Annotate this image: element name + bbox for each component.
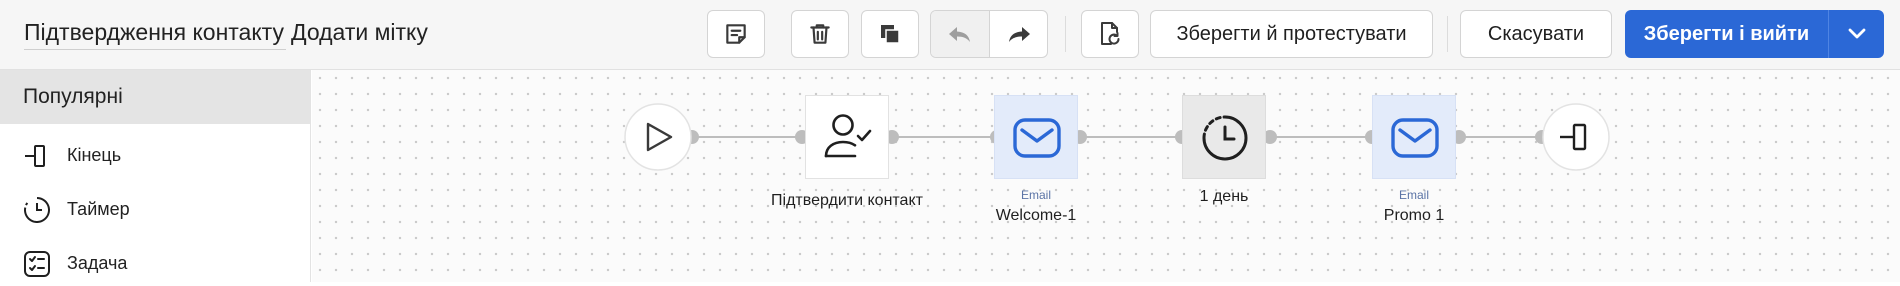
- history-button[interactable]: [1081, 10, 1139, 58]
- add-tag-button[interactable]: Додати мітку: [291, 16, 428, 48]
- node-palette: Популярні Кінець Таймер Задача: [0, 70, 311, 282]
- redo-icon: [1008, 27, 1030, 42]
- trash-icon: [810, 24, 830, 44]
- end-icon: [25, 145, 45, 167]
- flow-connectors: [685, 130, 1549, 144]
- undo-redo-group: [930, 10, 1048, 58]
- flow-node-timer[interactable]: [1182, 95, 1266, 179]
- save-and-exit-split-button: Зберегти і вийти: [1625, 10, 1884, 58]
- node-type-label: Email: [1398, 188, 1430, 202]
- palette-item-task[interactable]: Задача: [0, 240, 310, 286]
- node-label: 1 день: [1199, 188, 1249, 205]
- save-options-dropdown[interactable]: [1828, 10, 1884, 58]
- toolbar: Підтвердження контакту Додати мітку Збер…: [0, 0, 1900, 70]
- flow-node-email-promo[interactable]: [1372, 95, 1456, 179]
- save-and-exit-button[interactable]: Зберегти і вийти: [1625, 10, 1828, 58]
- email-icon: [1013, 118, 1061, 158]
- flow-node-email-welcome[interactable]: [994, 95, 1078, 179]
- palette-section-title[interactable]: Популярні: [0, 70, 310, 124]
- toolbar-divider: [1065, 16, 1066, 52]
- note-icon: [726, 24, 746, 44]
- timer-icon: [22, 195, 50, 223]
- palette-item-timer[interactable]: Таймер: [0, 186, 310, 232]
- node-type-label: Email: [1020, 188, 1052, 202]
- notes-button[interactable]: [707, 10, 765, 58]
- flow-node-start[interactable]: [624, 103, 692, 171]
- flow-canvas[interactable]: Підтвердити контакт Email Welcome-1 1 де…: [312, 70, 1900, 282]
- flow-node-end[interactable]: [1542, 103, 1610, 171]
- redo-button[interactable]: [989, 11, 1047, 57]
- cancel-button[interactable]: Скасувати: [1460, 10, 1612, 58]
- document-history-icon: [1101, 22, 1120, 45]
- undo-button[interactable]: [931, 11, 989, 57]
- flow-node-confirm-contact[interactable]: [805, 95, 889, 179]
- node-label: Promo 1: [1383, 207, 1445, 224]
- flow-name-field[interactable]: Підтвердження контакту: [24, 16, 286, 50]
- task-icon: [24, 251, 50, 277]
- node-label: Welcome-1: [995, 207, 1077, 224]
- toolbar-divider: [1447, 16, 1448, 52]
- chevron-down-icon: [1848, 28, 1865, 39]
- user-check-icon: [824, 114, 872, 158]
- clock-icon: [1202, 115, 1248, 161]
- palette-item-label: Задача: [67, 252, 128, 273]
- duplicate-button[interactable]: [861, 10, 919, 58]
- palette-item-label: Кінець: [67, 144, 122, 165]
- node-label: Підтвердити контакт: [771, 192, 923, 209]
- palette-item-label: Таймер: [67, 198, 130, 219]
- delete-button[interactable]: [791, 10, 849, 58]
- palette-item-end[interactable]: Кінець: [0, 132, 310, 178]
- save-and-test-button[interactable]: Зберегти й протестувати: [1150, 10, 1433, 58]
- undo-icon: [949, 27, 970, 42]
- email-icon: [1391, 118, 1439, 158]
- copy-icon: [881, 25, 900, 44]
